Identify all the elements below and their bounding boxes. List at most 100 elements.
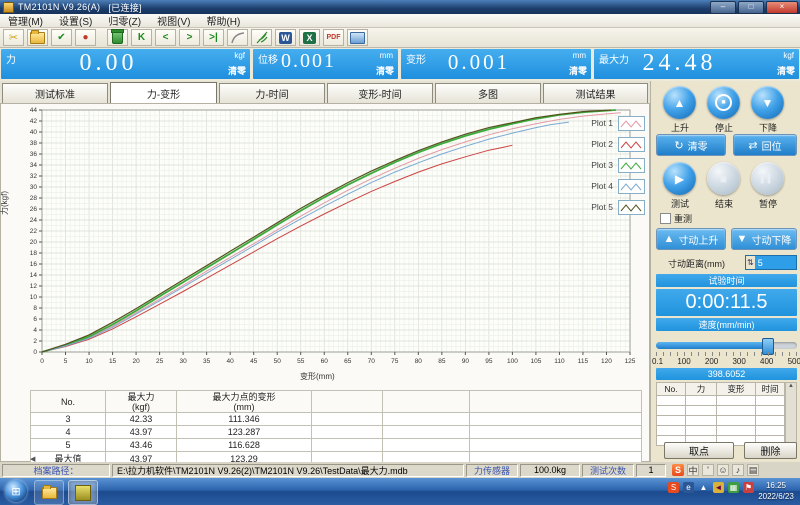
last-record-button[interactable]: >| bbox=[203, 29, 224, 46]
menu-settings[interactable]: 设置(S) bbox=[51, 13, 100, 28]
svg-text:20: 20 bbox=[30, 239, 38, 246]
point-row[interactable] bbox=[657, 406, 785, 416]
speed-slider-ruler bbox=[656, 352, 797, 356]
deformation-unit: mm bbox=[573, 51, 586, 60]
test-start-button[interactable]: ▶ bbox=[663, 162, 696, 195]
jog-distance-stepper[interactable]: ⇅ 5 bbox=[745, 255, 797, 270]
rotate-icon: ↻ bbox=[674, 139, 683, 152]
move-down-button[interactable]: ▼ bbox=[751, 86, 784, 119]
curve-button[interactable] bbox=[227, 29, 248, 46]
delete-button[interactable]: 删除 bbox=[744, 442, 797, 459]
hidden-icons-caret-icon[interactable]: ▲ bbox=[698, 482, 709, 493]
play-icon: ▶ bbox=[675, 172, 684, 186]
app-taskbar-button[interactable] bbox=[68, 480, 98, 505]
maximize-button[interactable]: □ bbox=[738, 1, 764, 14]
sogou-tray-icon[interactable]: S bbox=[668, 482, 679, 493]
excel-icon: X bbox=[303, 32, 316, 44]
ime-lang-icon[interactable]: 中 bbox=[687, 464, 699, 476]
scroll-up-icon[interactable]: ▲ bbox=[788, 383, 794, 389]
open-file-button[interactable] bbox=[27, 29, 48, 46]
flag-tray-icon[interactable]: ⚑ bbox=[743, 482, 754, 493]
ime-smiley-icon[interactable]: ☺ bbox=[717, 464, 729, 476]
retest-checkbox[interactable] bbox=[660, 213, 671, 224]
test-end-button[interactable]: ■ bbox=[707, 162, 740, 195]
legend-item: Plot 1 bbox=[553, 116, 645, 130]
report-button[interactable] bbox=[251, 29, 272, 46]
ime-mic-icon[interactable]: ♪ bbox=[732, 464, 744, 476]
tab-test-standard[interactable]: 测试标准 bbox=[2, 83, 108, 103]
copy-delete-button[interactable]: ● bbox=[75, 29, 96, 46]
explorer-taskbar-button[interactable] bbox=[34, 480, 64, 505]
browser-tray-icon[interactable]: e bbox=[683, 482, 694, 493]
table-row[interactable]: 342.33111.346 bbox=[31, 413, 642, 426]
spinner-arrows-icon[interactable]: ⇅ bbox=[746, 256, 755, 269]
tab-force-time[interactable]: 力-时间 bbox=[219, 83, 325, 103]
first-record-button[interactable]: K bbox=[131, 29, 152, 46]
force-display: 力 0.00 kgf 清零 bbox=[1, 49, 250, 79]
speed-slider-ticks: 0.1 100 200 300 400 500 bbox=[652, 357, 800, 366]
test-pause-button[interactable]: ▌▌ bbox=[751, 162, 784, 195]
network-tray-icon[interactable]: ▦ bbox=[728, 482, 739, 493]
pause-label: 暂停 bbox=[748, 197, 788, 210]
svg-text:125: 125 bbox=[625, 358, 636, 365]
trash-button[interactable] bbox=[107, 29, 128, 46]
table-row[interactable]: 543.46116.628 bbox=[31, 439, 642, 452]
tab-deformation-time[interactable]: 变形-时间 bbox=[327, 83, 433, 103]
standard-edit-button[interactable]: ✔ bbox=[51, 29, 72, 46]
point-row[interactable] bbox=[657, 426, 785, 436]
menu-zero[interactable]: 归零(Z) bbox=[100, 13, 149, 28]
cut-button[interactable]: ✂ bbox=[3, 29, 24, 46]
export-pdf-button[interactable]: PDF bbox=[323, 29, 344, 46]
export-excel-button[interactable]: X bbox=[299, 29, 320, 46]
speed-slider[interactable] bbox=[656, 342, 797, 349]
return-icon: ⇄ bbox=[748, 139, 757, 152]
next-record-button[interactable]: > bbox=[179, 29, 200, 46]
tab-strip: 测试标准 力-变形 力-时间 变形-时间 多图 测试结果 bbox=[0, 81, 650, 104]
export-word-button[interactable]: W bbox=[275, 29, 296, 46]
tab-multi-chart[interactable]: 多图 bbox=[435, 83, 541, 103]
remote-button[interactable] bbox=[347, 29, 368, 46]
sogou-icon[interactable]: S bbox=[672, 464, 684, 476]
tab-test-result[interactable]: 测试结果 bbox=[543, 83, 648, 103]
clock-time: 16:25 bbox=[754, 480, 798, 491]
return-button[interactable]: ⇄ 回位 bbox=[733, 134, 797, 156]
menu-view[interactable]: 视图(V) bbox=[149, 13, 198, 28]
take-point-button[interactable]: 取点 bbox=[664, 442, 734, 459]
force-clear-button[interactable]: 清零 bbox=[228, 64, 246, 77]
svg-text:12: 12 bbox=[30, 283, 38, 290]
point-row[interactable] bbox=[657, 396, 785, 406]
svg-text:24: 24 bbox=[30, 217, 38, 224]
close-button[interactable]: × bbox=[766, 1, 798, 14]
scissors-icon: ✂ bbox=[9, 31, 18, 44]
prev-record-button[interactable]: < bbox=[155, 29, 176, 46]
ime-keyboard-icon[interactable]: ▤ bbox=[747, 464, 759, 476]
point-table-header: No. 力 变形 时间 bbox=[657, 383, 785, 396]
tab-force-deformation[interactable]: 力-变形 bbox=[110, 82, 217, 103]
minimize-button[interactable]: – bbox=[710, 1, 736, 14]
zero-button[interactable]: ↻ 清零 bbox=[656, 134, 726, 156]
max-force-clear-button[interactable]: 清零 bbox=[777, 64, 795, 77]
ime-punct-icon[interactable]: ' bbox=[702, 464, 714, 476]
motor-stop-button[interactable]: ■ bbox=[707, 86, 740, 119]
sensor-label: 力传感器 bbox=[466, 464, 518, 477]
deformation-clear-button[interactable]: 清零 bbox=[569, 64, 587, 77]
start-button[interactable]: ⊞ bbox=[5, 480, 27, 502]
sensor-value: 100.0kg bbox=[520, 464, 580, 477]
max-force-value: 24.48 bbox=[594, 50, 765, 77]
legend-item: Plot 5 bbox=[553, 200, 645, 214]
svg-text:55: 55 bbox=[297, 358, 305, 365]
jog-down-button[interactable]: ▼ 寸动下降 bbox=[731, 228, 797, 250]
jog-up-button[interactable]: ▲ 寸动上升 bbox=[656, 228, 726, 250]
volume-tray-icon[interactable]: ◄ bbox=[713, 482, 724, 493]
app-icon bbox=[75, 485, 91, 501]
point-table-scrollbar[interactable]: ▲ ▼ bbox=[785, 382, 797, 450]
menu-manage[interactable]: 管理(M) bbox=[0, 13, 51, 28]
point-row[interactable] bbox=[657, 416, 785, 426]
system-tray: S e ▲ ◄ ▦ ⚑ bbox=[668, 482, 754, 493]
speed-header: 速度(mm/min) bbox=[656, 318, 797, 331]
move-up-button[interactable]: ▲ bbox=[663, 86, 696, 119]
table-row[interactable]: 443.97123.287 bbox=[31, 426, 642, 439]
displacement-clear-button[interactable]: 清零 bbox=[376, 64, 394, 77]
svg-text:20: 20 bbox=[132, 358, 140, 365]
menu-help[interactable]: 帮助(H) bbox=[198, 13, 248, 28]
